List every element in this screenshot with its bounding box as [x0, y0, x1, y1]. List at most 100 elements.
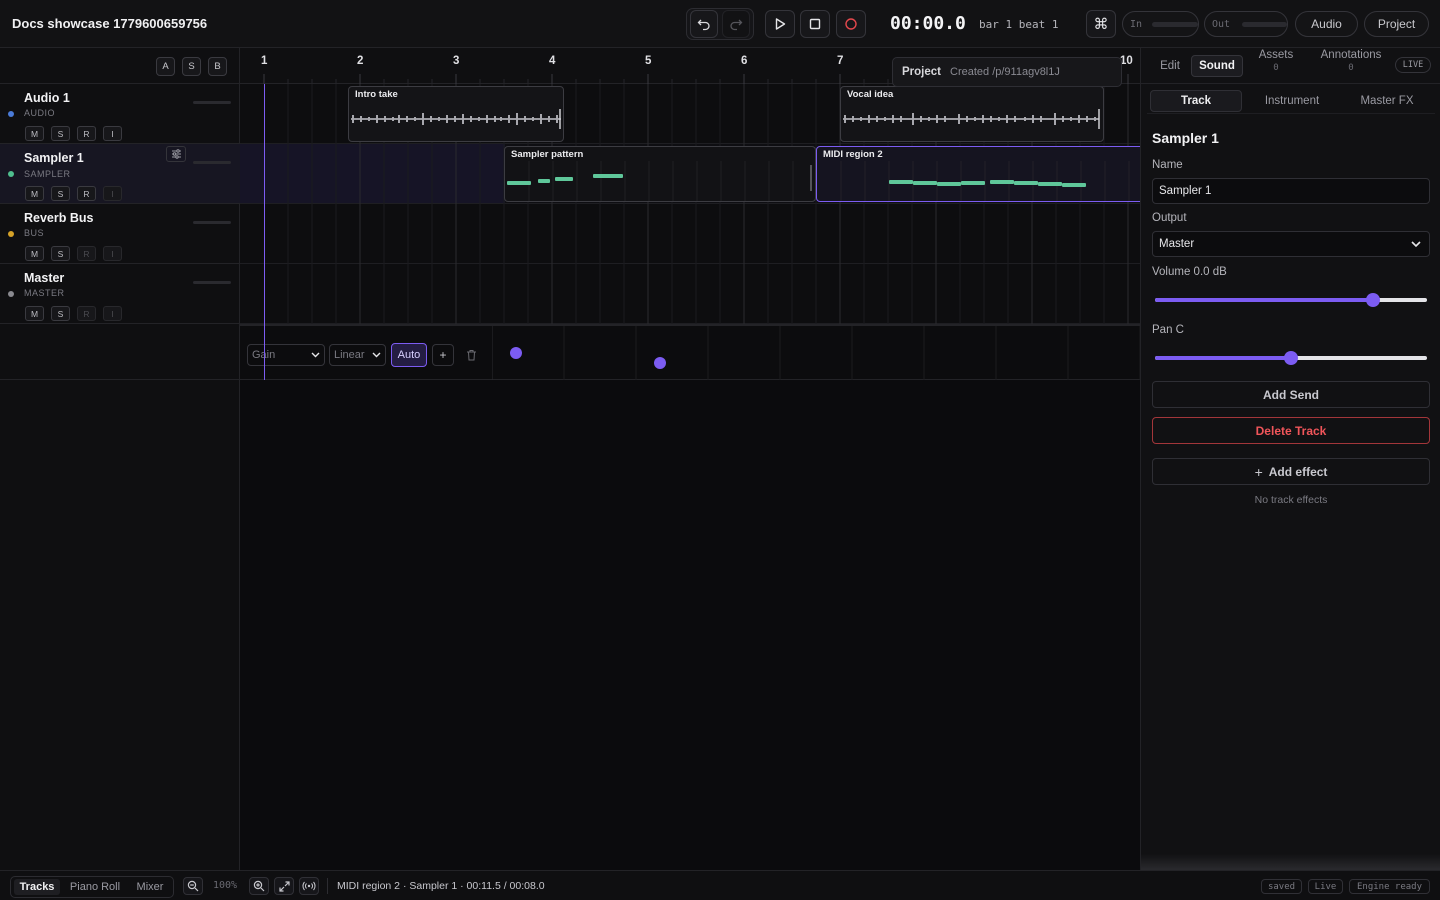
input-meter[interactable]: In — [1122, 11, 1199, 37]
audio-region-intro-take[interactable]: Intro take — [348, 86, 564, 142]
command-button[interactable]: ⌘ — [1086, 10, 1116, 38]
midi-note[interactable] — [593, 174, 623, 178]
record-button[interactable] — [836, 10, 866, 38]
midi-note[interactable] — [889, 180, 913, 184]
subtab-track[interactable]: Track — [1150, 90, 1242, 112]
pan-slider-fill — [1155, 356, 1291, 360]
record-icon — [845, 18, 857, 30]
solo-button[interactable]: S — [51, 306, 70, 321]
project-popup: Project Created /p/911agv8l1J — [892, 57, 1122, 87]
undo-icon — [697, 19, 710, 31]
tab-annotations[interactable]: Annotations 0 — [1311, 49, 1391, 73]
automation-curve-select[interactable]: Linear — [329, 344, 386, 366]
input-monitor-button[interactable]: I — [103, 246, 122, 261]
playhead[interactable] — [264, 84, 265, 380]
output-meter-label: Out — [1212, 18, 1231, 30]
track-name-field[interactable]: Sampler 1 — [1152, 178, 1430, 204]
audio-region-vocal-idea[interactable]: Vocal idea — [840, 86, 1104, 142]
midi-note[interactable] — [507, 181, 531, 185]
stop-button[interactable] — [800, 10, 830, 38]
automation-auto-toggle[interactable]: Auto — [391, 343, 427, 367]
view-tab-tracks[interactable]: Tracks — [14, 879, 60, 895]
zoom-in-icon — [253, 880, 265, 892]
mute-button[interactable]: M — [25, 306, 44, 321]
arrangement-timeline[interactable]: 1 2 3 4 5 6 7 10 Intro take Vocal idea S… — [240, 48, 1140, 870]
add-effect-button[interactable]: + Add effect — [1152, 458, 1430, 485]
tab-edit[interactable]: Edit — [1151, 55, 1189, 77]
midi-note[interactable] — [555, 177, 573, 181]
solo-button[interactable]: S — [51, 186, 70, 201]
zoom-in-button[interactable] — [249, 877, 269, 895]
mute-button[interactable]: M — [25, 246, 44, 261]
track-header-reverb-bus[interactable]: Reverb Bus BUS M S R I — [0, 204, 240, 264]
output-select[interactable]: Master — [1152, 231, 1430, 257]
audio-button[interactable]: Audio — [1295, 11, 1358, 37]
midi-note[interactable] — [913, 181, 937, 185]
record-arm-button[interactable]: R — [77, 246, 96, 261]
solo-button[interactable]: S — [51, 126, 70, 141]
redo-button[interactable] — [722, 10, 750, 38]
tab-assets[interactable]: Assets 0 — [1251, 49, 1301, 73]
zoom-out-button[interactable] — [183, 877, 203, 895]
project-button[interactable]: Project — [1364, 11, 1429, 37]
broadcast-button[interactable] — [299, 877, 319, 895]
view-tab-mixer[interactable]: Mixer — [130, 879, 170, 895]
midi-region-sampler-pattern[interactable]: Sampler pattern — [504, 146, 816, 202]
tab-sound[interactable]: Sound — [1191, 55, 1243, 77]
midi-note[interactable] — [961, 181, 985, 185]
header-button-b[interactable]: B — [208, 57, 227, 76]
midi-note[interactable] — [1062, 183, 1086, 187]
add-send-button[interactable]: Add Send — [1152, 381, 1430, 408]
mute-button[interactable]: M — [25, 126, 44, 141]
midi-note[interactable] — [990, 180, 1014, 184]
automation-point[interactable] — [510, 347, 522, 359]
record-arm-button[interactable]: R — [77, 306, 96, 321]
pan-label: Pan C — [1152, 324, 1184, 336]
midi-note[interactable] — [1014, 181, 1038, 185]
header-button-a[interactable]: A — [156, 57, 175, 76]
zoom-level: 100% — [213, 880, 238, 891]
midi-region-2[interactable]: MIDI region 2 — [816, 146, 1140, 202]
midi-note[interactable] — [538, 179, 550, 183]
view-tab-piano-roll[interactable]: Piano Roll — [64, 879, 126, 895]
automation-param-select[interactable]: Gain — [247, 344, 325, 366]
record-arm-button[interactable]: R — [77, 126, 96, 141]
command-icon: ⌘ — [1093, 16, 1109, 33]
header-button-s[interactable]: S — [182, 57, 201, 76]
subtab-master-fx[interactable]: Master FX — [1341, 90, 1433, 112]
pan-slider[interactable] — [1155, 351, 1427, 365]
transport-time: 00:00.0 — [890, 13, 966, 34]
pan-slider-thumb[interactable] — [1284, 351, 1298, 365]
track-header-master[interactable]: Master MASTER M S R I — [0, 264, 240, 324]
add-automation-point-button[interactable]: + — [432, 344, 454, 366]
track-settings-button[interactable] — [166, 146, 186, 162]
subtab-instrument[interactable]: Instrument — [1246, 90, 1338, 112]
play-button[interactable] — [765, 10, 795, 38]
solo-button[interactable]: S — [51, 246, 70, 261]
output-meter[interactable]: Out — [1204, 11, 1288, 37]
record-arm-button[interactable]: R — [77, 186, 96, 201]
midi-note-grid — [528, 161, 812, 201]
midi-note[interactable] — [937, 182, 961, 186]
plus-icon: + — [1254, 463, 1263, 480]
input-monitor-button[interactable]: I — [103, 306, 122, 321]
undo-button[interactable] — [690, 10, 718, 38]
delete-track-button[interactable]: Delete Track — [1152, 417, 1430, 444]
fit-view-button[interactable] — [274, 877, 294, 895]
input-monitor-button[interactable]: I — [103, 186, 122, 201]
delete-automation-button[interactable] — [460, 344, 482, 366]
track-header-audio-1[interactable]: Audio 1 AUDIO M S R I — [0, 84, 240, 144]
volume-slider-thumb[interactable] — [1365, 293, 1380, 307]
automation-lane-header — [0, 324, 240, 380]
track-name: Audio 1 — [24, 91, 70, 105]
track-header-sampler-1[interactable]: Sampler 1 SAMPLER M S R I — [0, 144, 240, 204]
zoom-out-icon — [187, 880, 199, 892]
volume-slider[interactable] — [1155, 293, 1427, 307]
chevron-down-icon — [1411, 240, 1421, 247]
automation-curve-area[interactable] — [492, 326, 1140, 380]
ruler-bar-number: 6 — [741, 55, 748, 67]
input-monitor-button[interactable]: I — [103, 126, 122, 141]
mute-button[interactable]: M — [25, 186, 44, 201]
automation-point[interactable] — [654, 357, 666, 369]
midi-note[interactable] — [1038, 182, 1062, 186]
